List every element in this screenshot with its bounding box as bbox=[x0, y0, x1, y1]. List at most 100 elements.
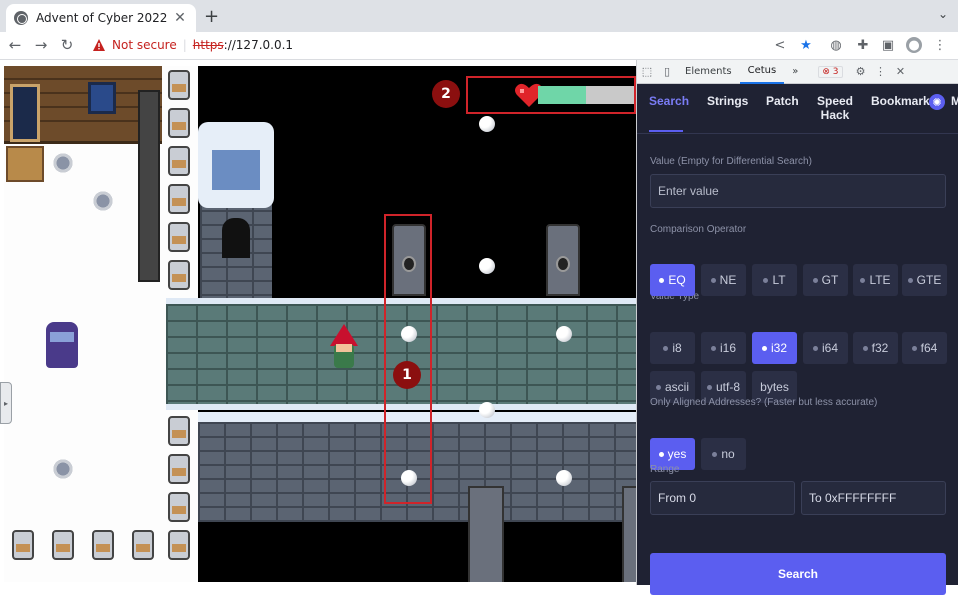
radio-dot-icon bbox=[812, 345, 818, 351]
operator-ne[interactable]: NE bbox=[701, 264, 746, 296]
range-label: Range bbox=[650, 464, 680, 475]
fence-post bbox=[168, 146, 190, 176]
fence-post bbox=[92, 530, 114, 560]
browser-tab[interactable]: Advent of Cyber 2022 ✕ bbox=[6, 4, 196, 32]
snowflake-sprite bbox=[88, 186, 118, 216]
type-label: f64 bbox=[920, 340, 938, 355]
aligned-label: Only Aligned Addresses? (Faster but less… bbox=[650, 397, 878, 408]
type-f64[interactable]: f64 bbox=[902, 332, 947, 364]
operator-gt[interactable]: GT bbox=[803, 264, 848, 296]
tower-doorway bbox=[222, 218, 250, 258]
new-tab-button[interactable]: + bbox=[204, 6, 219, 27]
extension-globe-icon[interactable]: ◍ bbox=[828, 37, 844, 53]
search-button[interactable]: Search bbox=[650, 553, 946, 595]
extensions-puzzle-icon[interactable]: ✚ bbox=[855, 37, 871, 53]
error-count-badge[interactable]: ⊗ 3 bbox=[818, 65, 843, 78]
radio-dot-icon bbox=[710, 277, 716, 283]
type-i16[interactable]: i16 bbox=[701, 332, 746, 364]
radio-dot-icon bbox=[907, 277, 913, 283]
fence-post bbox=[168, 108, 190, 138]
player-character bbox=[326, 324, 362, 370]
operator-label: GT bbox=[821, 272, 839, 287]
lock-icon bbox=[556, 256, 570, 272]
aligned-no[interactable]: no bbox=[701, 438, 746, 470]
radio-dot-icon bbox=[761, 345, 767, 351]
player-hat bbox=[330, 324, 358, 346]
nav-speed-hack[interactable]: Speed Hack bbox=[815, 94, 855, 122]
fence-post bbox=[52, 530, 74, 560]
tab-search-chevron-icon[interactable]: ⌄ bbox=[938, 7, 948, 21]
type-f32[interactable]: f32 bbox=[853, 332, 898, 364]
tab-elements[interactable]: Elements bbox=[677, 60, 740, 84]
type-i64[interactable]: i64 bbox=[803, 332, 848, 364]
share-icon[interactable]: < bbox=[772, 37, 788, 53]
fence-post bbox=[168, 70, 190, 100]
game-canvas[interactable]: 1 2 bbox=[4, 66, 636, 582]
type-label: f32 bbox=[871, 340, 889, 355]
radio-dot-icon bbox=[655, 384, 661, 390]
tab-title: Advent of Cyber 2022 bbox=[36, 11, 168, 25]
type-i32[interactable]: i32 bbox=[752, 332, 797, 364]
bookmark-star-icon[interactable]: ★ bbox=[798, 37, 814, 53]
type-i8[interactable]: i8 bbox=[650, 332, 695, 364]
operator-gte[interactable]: GTE bbox=[902, 264, 947, 296]
profile-avatar-icon[interactable]: ● bbox=[906, 37, 922, 53]
player-face bbox=[336, 344, 352, 352]
tower-window bbox=[212, 150, 260, 190]
nav-clipped[interactable]: M bbox=[951, 94, 958, 108]
value-input-wrap[interactable] bbox=[650, 174, 946, 208]
snowflake-sprite bbox=[48, 454, 78, 484]
operator-lt[interactable]: LT bbox=[752, 264, 797, 296]
nav-strings[interactable]: Strings bbox=[707, 94, 748, 108]
side-drawer-handle[interactable]: ▸ bbox=[0, 382, 12, 424]
warning-icon bbox=[92, 38, 106, 52]
cetus-panel: Search Strings Patch Speed Hack Bookmark… bbox=[637, 84, 958, 595]
back-arrow-icon[interactable]: ← bbox=[6, 36, 24, 54]
devtools-close-icon[interactable]: ✕ bbox=[891, 65, 911, 78]
annotation-badge-1: 1 bbox=[393, 361, 421, 389]
reload-icon[interactable]: ↻ bbox=[58, 36, 76, 54]
forward-arrow-icon[interactable]: → bbox=[32, 36, 50, 54]
snowball bbox=[479, 402, 495, 418]
fence-post bbox=[168, 530, 190, 560]
type-label: i32 bbox=[770, 340, 787, 355]
radio-dot-icon bbox=[763, 277, 769, 283]
nav-search[interactable]: Search bbox=[649, 94, 689, 108]
nav-bookmark[interactable]: Bookmark bbox=[871, 94, 930, 108]
settings-gear-icon[interactable]: ⚙ bbox=[851, 65, 871, 78]
stone-pillar bbox=[468, 486, 504, 582]
inspect-element-icon[interactable]: ⬚ bbox=[637, 65, 657, 78]
range-from-input[interactable]: From 0 bbox=[650, 481, 795, 515]
annotation-badge-2: 2 bbox=[432, 80, 460, 108]
browser-toolbar: ← → ↻ Not secure | https ://127.0.0.1 < … bbox=[0, 32, 958, 60]
operator-lte[interactable]: LTE bbox=[853, 264, 898, 296]
fence-post bbox=[168, 260, 190, 290]
side-panel-icon[interactable]: ▣ bbox=[880, 37, 896, 53]
devtools-kebab-icon[interactable]: ⋮ bbox=[871, 65, 891, 78]
value-input[interactable] bbox=[658, 184, 945, 198]
cetus-settings-icon[interactable]: ✺ bbox=[929, 94, 945, 110]
device-toolbar-icon[interactable]: ▯ bbox=[657, 65, 677, 78]
operator-eq[interactable]: EQ bbox=[650, 264, 695, 296]
radio-dot-icon bbox=[710, 345, 716, 351]
aligned-label: no bbox=[721, 446, 735, 461]
operator-label: GTE bbox=[916, 272, 942, 287]
radio-dot-icon bbox=[658, 451, 664, 457]
radio-dot-icon bbox=[707, 384, 712, 390]
fence-post bbox=[168, 184, 190, 214]
value-label: Value (Empty for Differential Search) bbox=[650, 156, 812, 167]
more-tabs-chevron-icon[interactable]: » bbox=[784, 60, 806, 84]
snowball bbox=[479, 258, 495, 274]
separator: | bbox=[182, 38, 187, 52]
operator-label: NE bbox=[719, 272, 737, 287]
address-bar[interactable]: Not secure | https ://127.0.0.1 bbox=[84, 34, 828, 56]
tab-close-icon[interactable]: ✕ bbox=[172, 10, 188, 26]
range-from-value: From 0 bbox=[658, 491, 697, 505]
range-to-input[interactable]: To 0xFFFFFFFF bbox=[801, 481, 946, 515]
kebab-menu-icon[interactable]: ⋮ bbox=[932, 37, 948, 53]
nav-patch[interactable]: Patch bbox=[766, 94, 799, 108]
tab-cetus[interactable]: Cetus bbox=[739, 60, 785, 84]
snowball bbox=[556, 326, 572, 342]
radio-dot-icon bbox=[860, 277, 866, 283]
snowflake-sprite bbox=[48, 148, 78, 178]
